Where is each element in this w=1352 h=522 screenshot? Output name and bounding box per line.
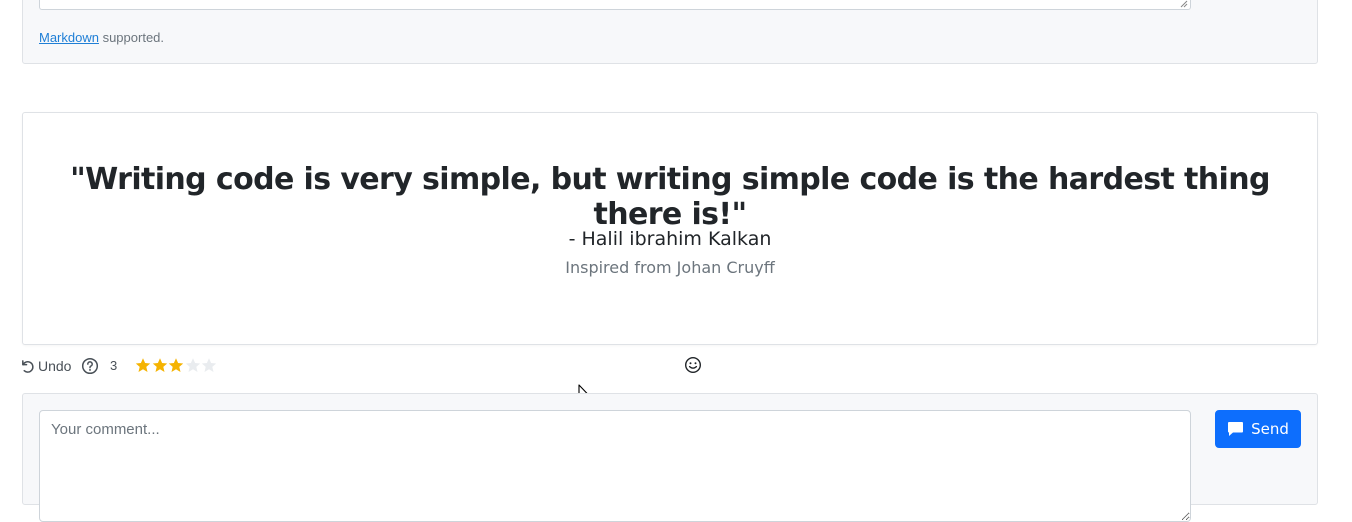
quote-text: "Writing code is very simple, but writin… — [70, 162, 1270, 232]
undo-button[interactable]: Undo — [20, 356, 71, 376]
resize-grip-icon[interactable] — [1180, 0, 1188, 8]
quote-card: "Writing code is very simple, but writin… — [22, 112, 1318, 345]
star-icon[interactable] — [185, 357, 201, 374]
previous-comment-textarea[interactable] — [39, 0, 1191, 10]
send-label: Send — [1251, 420, 1289, 438]
comment-icon — [1228, 422, 1244, 436]
markdown-suffix: supported. — [98, 30, 165, 45]
star-icon[interactable] — [152, 357, 168, 374]
smile-icon[interactable] — [684, 356, 702, 374]
undo-icon — [22, 359, 34, 373]
quote-source: Inspired from Johan Cruyff — [565, 258, 775, 277]
star-icon[interactable] — [135, 357, 151, 374]
comment-form: Send — [22, 393, 1318, 522]
star-icon[interactable] — [168, 357, 184, 374]
rating-value: 3 — [110, 358, 118, 373]
help-icon[interactable] — [81, 357, 99, 375]
comment-input[interactable] — [39, 410, 1191, 522]
quote-toolbar: Undo 3 — [20, 356, 720, 376]
send-button[interactable]: Send — [1215, 410, 1301, 448]
markdown-link[interactable]: Markdown — [39, 30, 99, 45]
markdown-note: Markdown supported. — [39, 30, 164, 45]
previous-comment-card: Markdown supported. — [22, 0, 1318, 64]
star-icon[interactable] — [201, 357, 217, 374]
undo-label: Undo — [38, 358, 72, 374]
star-rating[interactable] — [135, 357, 218, 374]
quote-author: - Halil ibrahim Kalkan — [568, 228, 772, 250]
